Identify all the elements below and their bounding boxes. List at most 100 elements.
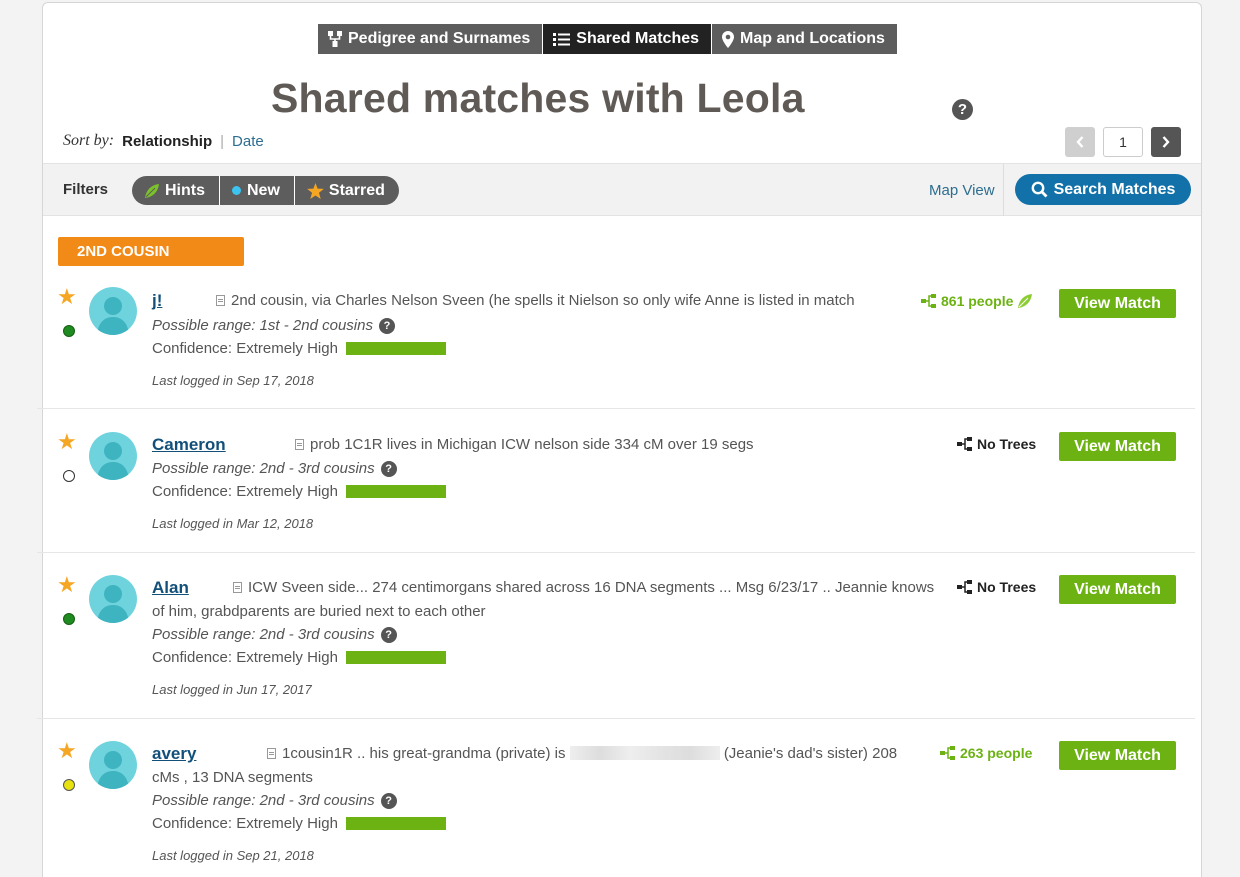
tree-info[interactable]: No Trees	[957, 436, 1036, 452]
match-row: ★ Cameron prob 1C1R lives in Michigan IC…	[37, 410, 1195, 553]
tab-pedigree-and-surnames[interactable]: Pedigree and Surnames	[318, 24, 544, 54]
match-name-link[interactable]: avery	[152, 744, 196, 764]
filter-label: New	[247, 181, 280, 199]
view-match-button[interactable]: View Match	[1059, 289, 1176, 318]
view-tabs: Pedigree and Surnames Shared Matches Map…	[318, 24, 897, 54]
confidence-text: Confidence: Extremely High	[152, 340, 338, 357]
filter-label: Hints	[165, 181, 205, 199]
star-icon[interactable]: ★	[57, 431, 77, 453]
tree-icon	[921, 294, 936, 308]
confidence-bar	[345, 342, 446, 355]
match-row: ★ avery 1cousin1R .. his great-grandma (…	[37, 720, 1195, 877]
help-icon[interactable]: ?	[952, 99, 973, 120]
tab-label: Map and Locations	[740, 30, 885, 47]
sort-date-link[interactable]: Date	[232, 133, 264, 150]
confidence: Confidence: Extremely High	[152, 483, 446, 500]
match-name-link[interactable]: Cameron	[152, 435, 226, 455]
next-page-button[interactable]	[1151, 127, 1181, 157]
match-name-link[interactable]: Alan	[152, 578, 189, 598]
tree-info[interactable]: 861 people	[921, 293, 1037, 309]
tree-icon	[940, 746, 955, 760]
map-pin-icon	[722, 30, 735, 48]
view-match-button[interactable]: View Match	[1059, 741, 1176, 770]
match-note: ICW Sveen side... 274 centimorgans share…	[233, 576, 934, 600]
list-icon	[553, 32, 571, 46]
view-match-button[interactable]: View Match	[1059, 575, 1176, 604]
tab-label: Pedigree and Surnames	[348, 30, 531, 47]
match-note-continued: of him, grabdparents are buried next to …	[152, 603, 486, 620]
note-text-after: (Jeanie's dad's sister) 208	[723, 745, 898, 762]
confidence-text: Confidence: Extremely High	[152, 815, 338, 832]
star-icon[interactable]: ★	[57, 286, 77, 308]
star-icon[interactable]: ★	[57, 574, 77, 596]
tree-info[interactable]: No Trees	[957, 579, 1036, 595]
range-text: Possible range: 2nd - 3rd cousins	[152, 626, 375, 643]
filter-hints[interactable]: Hints	[132, 176, 220, 205]
note-icon	[295, 439, 304, 450]
match-note-continued: cMs , 13 DNA segments	[152, 769, 313, 786]
possible-range: Possible range: 2nd - 3rd cousins?	[152, 460, 397, 477]
avatar[interactable]	[89, 741, 137, 789]
avatar[interactable]	[89, 287, 137, 335]
possible-range: Possible range: 2nd - 3rd cousins?	[152, 792, 397, 809]
help-icon[interactable]: ?	[380, 626, 397, 643]
confidence: Confidence: Extremely High	[152, 340, 446, 357]
match-note: 1cousin1R .. his great-grandma (private)…	[267, 742, 897, 766]
last-logged: Last logged in Sep 21, 2018	[152, 848, 314, 863]
match-note: 2nd cousin, via Charles Nelson Sveen (he…	[216, 289, 855, 313]
page-title: Shared matches with Leola	[271, 75, 805, 121]
status-dot	[63, 470, 75, 482]
tab-map-and-locations[interactable]: Map and Locations	[712, 24, 897, 54]
last-logged: Last logged in Jun 17, 2017	[152, 682, 312, 697]
help-icon[interactable]: ?	[380, 792, 397, 809]
divider	[1003, 164, 1004, 216]
status-dot	[63, 325, 75, 337]
tab-shared-matches[interactable]: Shared Matches	[543, 24, 713, 54]
confidence: Confidence: Extremely High	[152, 649, 446, 666]
tree-icon	[957, 437, 972, 451]
person-silhouette-icon	[97, 751, 129, 789]
note-icon	[267, 748, 276, 759]
tree-icon	[957, 580, 972, 594]
sort-separator: |	[220, 132, 225, 150]
filters-bar: Filters Hints New Starred Map View Searc…	[43, 163, 1201, 216]
tree-label: No Trees	[977, 436, 1037, 452]
confidence-bar	[345, 651, 446, 664]
filter-starred[interactable]: Starred	[294, 176, 399, 205]
pagination	[1065, 127, 1181, 157]
person-silhouette-icon	[97, 297, 129, 335]
possible-range: Possible range: 1st - 2nd cousins?	[152, 317, 395, 334]
match-name-link[interactable]: j!	[152, 291, 162, 311]
filter-label: Starred	[328, 181, 385, 199]
status-dot	[63, 613, 75, 625]
avatar[interactable]	[89, 575, 137, 623]
avatar[interactable]	[89, 432, 137, 480]
main-card: Pedigree and Surnames Shared Matches Map…	[37, 2, 1202, 877]
relationship-group-badge: 2ND COUSIN	[58, 237, 244, 266]
sort-label: Sort by:	[63, 132, 115, 149]
star-icon	[307, 182, 324, 199]
view-match-button[interactable]: View Match	[1059, 432, 1176, 461]
filters-label: Filters	[63, 181, 109, 198]
search-matches-button[interactable]: Search Matches	[1015, 174, 1191, 205]
last-logged: Last logged in Sep 17, 2018	[152, 373, 314, 388]
map-view-link[interactable]: Map View	[929, 182, 995, 199]
tab-label: Shared Matches	[576, 30, 700, 47]
prev-page-button[interactable]	[1065, 127, 1095, 157]
sort-relationship[interactable]: Relationship	[122, 133, 212, 150]
help-icon[interactable]: ?	[378, 317, 395, 334]
filter-new[interactable]: New	[220, 176, 295, 205]
person-silhouette-icon	[97, 585, 129, 623]
possible-range: Possible range: 2nd - 3rd cousins?	[152, 626, 397, 643]
last-logged: Last logged in Mar 12, 2018	[152, 516, 314, 531]
tree-info[interactable]: 263 people	[940, 745, 1032, 761]
page-number-input[interactable]	[1103, 127, 1143, 157]
chevron-right-icon	[1162, 136, 1170, 148]
match-note: prob 1C1R lives in Michigan ICW nelson s…	[295, 433, 754, 457]
status-dot	[63, 779, 75, 791]
leaf-icon	[1018, 294, 1033, 308]
star-icon[interactable]: ★	[57, 740, 77, 762]
tree-label: 263 people	[960, 745, 1033, 761]
note-icon	[233, 582, 242, 593]
help-icon[interactable]: ?	[380, 460, 397, 477]
